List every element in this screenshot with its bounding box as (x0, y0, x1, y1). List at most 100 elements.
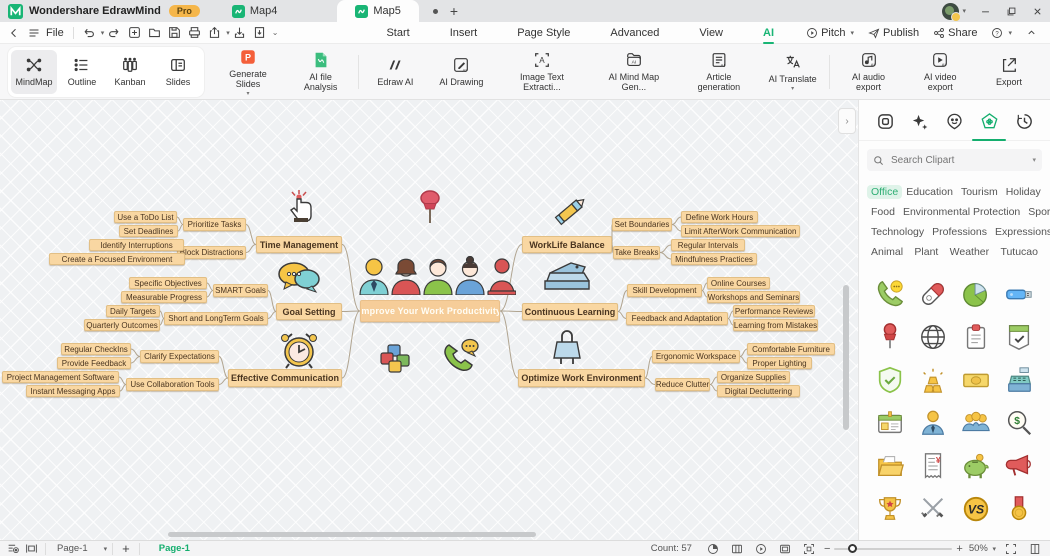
mindmap-node-leaf[interactable]: Provide Feedback (57, 357, 131, 369)
horizontal-scrollbar[interactable] (168, 532, 536, 537)
mindmap-node-leaf[interactable]: Set Deadlines (119, 225, 178, 237)
mindmap-node-main[interactable]: Time Management (256, 236, 342, 253)
phone-message-clipart[interactable] (875, 279, 905, 309)
category-tourism[interactable]: Tourism (957, 185, 1002, 199)
mindmap-node-main[interactable]: Goal Setting (276, 303, 342, 320)
whistle-clipart[interactable] (918, 279, 948, 309)
category-animal[interactable]: Animal (867, 245, 907, 259)
push-pin-clipart[interactable] (875, 322, 905, 352)
category-office[interactable]: Office (867, 185, 903, 199)
share-button[interactable]: Share (928, 27, 982, 39)
user-avatar[interactable] (942, 2, 962, 22)
collapse-ribbon-icon[interactable] (1021, 27, 1042, 38)
card-view-icon[interactable] (776, 542, 794, 556)
minimize-button[interactable] (972, 0, 998, 22)
columns-view-icon[interactable] (728, 542, 746, 556)
panel-magic-tab[interactable] (906, 108, 934, 134)
zoom-slider-knob[interactable] (848, 543, 858, 553)
tab-page-style[interactable]: Page Style (497, 22, 590, 44)
view-slides[interactable]: Slides (155, 50, 201, 94)
medal-clipart[interactable] (1004, 494, 1034, 524)
category-education[interactable]: Education (902, 185, 957, 199)
doc-tab-map4[interactable]: Map4 (218, 0, 292, 22)
alarm-clock-clipart[interactable] (278, 330, 320, 370)
dropdown-caret-icon[interactable]: ▾ (246, 91, 249, 97)
zoom-level[interactable]: 50% ▾ (969, 543, 996, 554)
search-caret-icon[interactable]: ▾ (1032, 156, 1036, 164)
mindmap-node-sub[interactable]: Skill Development (627, 284, 702, 297)
ai-video-export-button[interactable]: AI AI video export (905, 47, 976, 97)
gold-bars-clipart[interactable] (918, 365, 948, 395)
ai-drawing-button[interactable]: AI AI Drawing (428, 47, 494, 97)
add-page-button[interactable]: + (122, 541, 130, 556)
zoom-in-icon[interactable]: + (956, 543, 962, 555)
panel-clipart-tab[interactable] (972, 108, 1007, 141)
mindmap-node-leaf[interactable]: Limit AfterWork Communication (681, 225, 800, 237)
undo-icon[interactable] (79, 23, 99, 43)
page-tab-active[interactable]: Page-1 (159, 543, 190, 554)
team-clipart[interactable] (961, 408, 991, 438)
close-button[interactable] (1024, 0, 1050, 22)
export-button[interactable]: Export (976, 47, 1042, 97)
category-technology[interactable]: Technology (867, 225, 928, 239)
slideshow-list-icon[interactable] (4, 542, 22, 556)
ai-translate-button[interactable]: AI Translate ▾ (760, 47, 826, 97)
mindmap-node-sub[interactable]: Feedback and Adaptation (626, 312, 728, 325)
ai-mind-map-gen-button[interactable]: AI AI Mind Map Gen... (589, 47, 678, 97)
crossed-swords-clipart[interactable] (918, 494, 948, 524)
mindmap-node-leaf[interactable]: Use a ToDo List (114, 211, 177, 223)
mindmap-node-leaf[interactable]: Identify Interruptions (89, 239, 184, 251)
page-select[interactable]: Page-1 ▾ (57, 543, 107, 554)
mindmap-node-leaf[interactable]: Organize Supplies (717, 371, 790, 383)
ai-file-analysis-button[interactable]: AI file Analysis (286, 47, 355, 97)
people-group-clipart[interactable] (358, 255, 516, 295)
back-icon[interactable] (4, 23, 24, 43)
mindmap-node-leaf[interactable]: Online Courses (707, 277, 770, 289)
category-sport[interactable]: Sport (1024, 205, 1050, 219)
invoice-clipart[interactable]: ¥ (918, 451, 948, 481)
doc-tab-map5[interactable]: Map5 (337, 0, 419, 22)
fullscreen-icon[interactable] (1002, 542, 1020, 556)
highlighter-clipart[interactable] (551, 194, 591, 228)
mindmap-node-leaf[interactable]: Workshops and Seminars (707, 291, 800, 303)
tab-ai[interactable]: AI (743, 22, 794, 44)
vertical-scrollbar[interactable] (843, 285, 849, 430)
clipboard-clipart[interactable] (961, 322, 991, 352)
hamburger-menu-icon[interactable] (24, 23, 44, 43)
pitch-button[interactable]: Pitch ▾ (801, 27, 859, 39)
mindmap-node-sub[interactable]: Set Boundaries (612, 218, 672, 231)
play-circle-icon[interactable] (752, 542, 770, 556)
print-icon[interactable] (184, 23, 204, 43)
restore-button[interactable] (998, 0, 1024, 22)
mindmap-node-sub[interactable]: Clarify Expectations (140, 350, 219, 363)
mindmap-node-leaf[interactable]: Comfortable Furniture (747, 343, 835, 355)
mindmap-canvas[interactable]: Improve Your Work Productivity Time Manag… (0, 100, 858, 540)
zoom-slider[interactable]: − + (824, 543, 963, 555)
category-professions[interactable]: Professions (928, 225, 991, 239)
cash-register-clipart[interactable] (1004, 365, 1034, 395)
pie-chart-clipart[interactable] (961, 279, 991, 309)
category-tutucao[interactable]: Tutucao (996, 245, 1042, 259)
hand-click-clipart[interactable] (286, 188, 316, 224)
page-layout-icon[interactable] (1026, 542, 1044, 556)
file-folder-clipart[interactable] (875, 451, 905, 481)
timer-icon[interactable] (704, 542, 722, 556)
puzzle-clipart[interactable] (378, 343, 414, 374)
category-environmental-protection[interactable]: Environmental Protection (899, 205, 1024, 219)
check-badge-clipart[interactable] (1004, 322, 1034, 352)
mindmap-node-leaf[interactable]: Regular Intervals (671, 239, 745, 251)
import-icon[interactable] (230, 23, 250, 43)
mindmap-node-sub[interactable]: Prioritize Tasks (183, 218, 246, 231)
panel-sticker-tab[interactable] (941, 108, 969, 134)
mindmap-node-leaf[interactable]: Create a Focused Environment (49, 253, 185, 265)
mindmap-node-leaf[interactable]: Performance Reviews (733, 305, 815, 317)
mindmap-node-main[interactable]: Effective Communication (228, 369, 342, 387)
push-pin-deco-clipart[interactable] (416, 190, 444, 226)
help-button[interactable]: ? ▾ (986, 27, 1017, 39)
mindmap-node-sub[interactable]: Use Collaboration Tools (126, 378, 219, 391)
new-topic-icon[interactable] (124, 23, 144, 43)
category-expressions[interactable]: Expressions (991, 225, 1050, 239)
mindmap-node-sub[interactable]: Block Distractions (177, 246, 246, 259)
mindmap-node-leaf[interactable]: Regular CheckIns (61, 343, 131, 355)
view-outline[interactable]: Outline (59, 50, 105, 94)
